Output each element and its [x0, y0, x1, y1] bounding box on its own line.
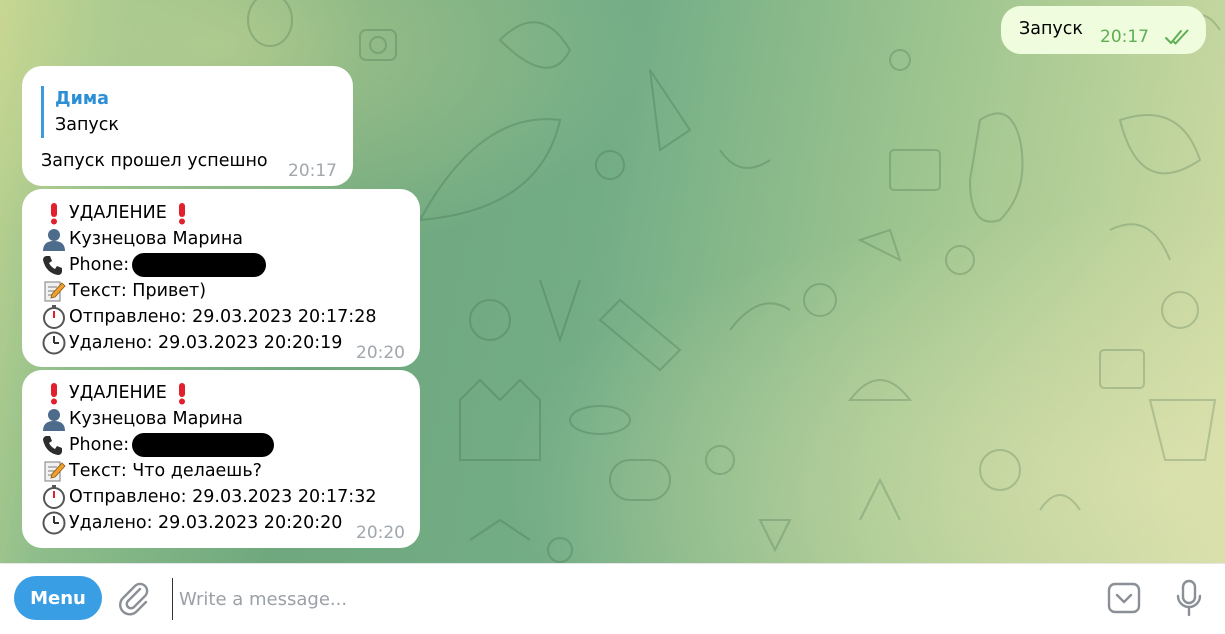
message-time: 20:17 — [288, 161, 337, 181]
microphone-icon[interactable] — [1173, 578, 1205, 618]
message-composer: Menu — [0, 563, 1225, 634]
redacted-phone — [132, 253, 267, 277]
deleted-line: Удалено: 29.03.2023 20:20:19 — [42, 330, 342, 356]
clock-icon — [42, 331, 66, 355]
telephone-receiver-icon — [42, 253, 66, 277]
phone-line: Phone: — [42, 432, 275, 458]
deleted-line: Удалено: 29.03.2023 20:20:20 — [42, 510, 342, 536]
header-line: УДАЛЕНИЕ — [42, 380, 197, 406]
deletion-message-bubble[interactable]: УДАЛЕНИЕ Кузнецова Марина Phone: Текст: … — [22, 189, 420, 367]
deleted-timestamp: Удалено: 29.03.2023 20:20:20 — [69, 513, 343, 533]
phone-label: Phone: — [69, 435, 130, 455]
header-line: УДАЛЕНИЕ — [42, 200, 197, 226]
header-text: УДАЛЕНИЕ — [69, 203, 167, 223]
redacted-phone — [132, 433, 275, 457]
clock-icon — [42, 511, 66, 535]
red-exclamation-icon — [42, 381, 66, 405]
message-input[interactable] — [172, 578, 1081, 620]
quoted-reply[interactable]: Дима Запуск — [41, 86, 119, 138]
contact-name: Кузнецова Марина — [69, 409, 243, 429]
memo-icon — [42, 279, 66, 303]
text-line: Текст: Что делаешь? — [42, 458, 262, 484]
text-line: Текст: Привет) — [42, 278, 206, 304]
bot-menu-button[interactable]: Menu — [14, 576, 102, 620]
bust-silhouette-icon — [42, 407, 66, 431]
sent-timestamp: Отправлено: 29.03.2023 20:17:32 — [69, 487, 377, 507]
deletion-message-bubble[interactable]: УДАЛЕНИЕ Кузнецова Марина Phone: Текст: … — [22, 370, 420, 548]
message-time: 20:20 — [356, 523, 405, 543]
message-text-line: Текст: Что делаешь? — [69, 461, 262, 481]
red-exclamation-icon — [170, 381, 194, 405]
read-checkmarks-icon — [1165, 29, 1189, 45]
message-time: 20:20 — [356, 343, 405, 363]
message-text-line: Текст: Привет) — [69, 281, 207, 301]
quote-author: Дима — [55, 89, 109, 109]
red-exclamation-icon — [170, 201, 194, 225]
memo-icon — [42, 459, 66, 483]
outgoing-message-bubble[interactable]: Запуск 20:17 — [1001, 6, 1206, 54]
message-text: Запуск — [1019, 19, 1083, 39]
telephone-receiver-icon — [42, 433, 66, 457]
deleted-timestamp: Удалено: 29.03.2023 20:20:19 — [69, 333, 343, 353]
message-time: 20:17 — [1100, 27, 1149, 47]
quote-text: Запуск — [55, 115, 119, 135]
red-exclamation-icon — [42, 201, 66, 225]
sent-timestamp: Отправлено: 29.03.2023 20:17:28 — [69, 307, 377, 327]
phone-label: Phone: — [69, 255, 130, 275]
sent-line: Отправлено: 29.03.2023 20:17:32 — [42, 484, 376, 510]
name-line: Кузнецова Марина — [42, 226, 243, 252]
bust-silhouette-icon — [42, 227, 66, 251]
contact-name: Кузнецова Марина — [69, 229, 243, 249]
stopwatch-icon — [42, 485, 66, 509]
stopwatch-icon — [42, 305, 66, 329]
paperclip-icon[interactable] — [118, 582, 152, 616]
name-line: Кузнецова Марина — [42, 406, 243, 432]
phone-line: Phone: — [42, 252, 267, 278]
header-text: УДАЛЕНИЕ — [69, 383, 167, 403]
emoji-keyboard-icon[interactable] — [1106, 580, 1142, 616]
sent-line: Отправлено: 29.03.2023 20:17:28 — [42, 304, 376, 330]
reply-message-bubble[interactable]: Дима Запуск Запуск прошел успешно 20:17 — [22, 66, 353, 186]
message-text: Запуск прошел успешно — [41, 151, 268, 171]
